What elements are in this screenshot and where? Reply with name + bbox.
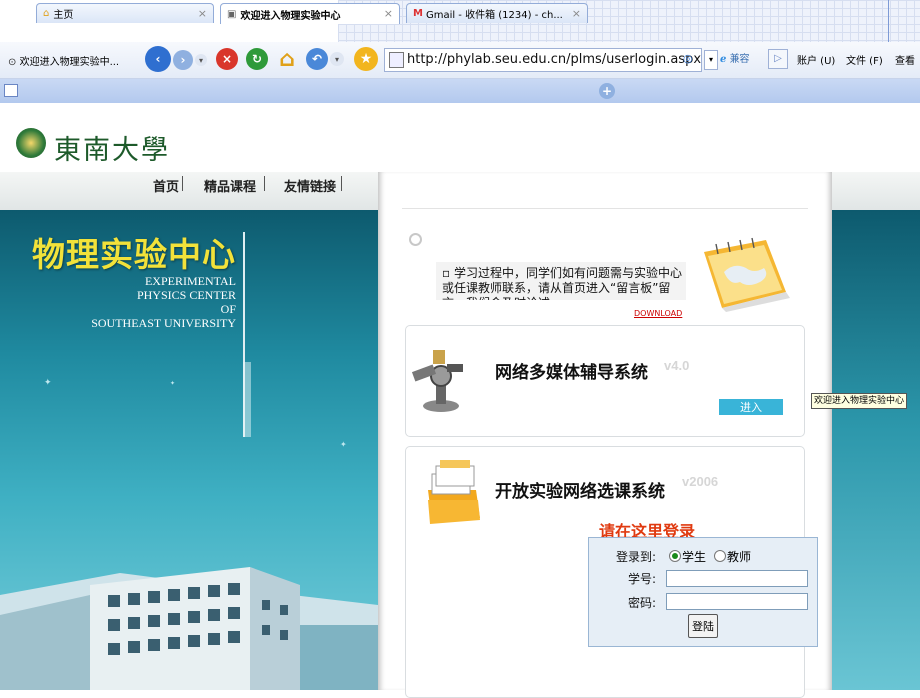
decorative-line	[888, 0, 889, 42]
notice-bullet-icon	[409, 233, 422, 246]
decorative-line	[243, 362, 251, 437]
tab-home-label: 主页	[53, 10, 74, 21]
address-bar[interactable]: http://phylab.seu.edu.cn/plms/userlogin.…	[384, 48, 702, 72]
right-band	[832, 172, 920, 210]
instrument-icon	[411, 350, 463, 412]
calendar-map-icon	[704, 237, 790, 312]
password-label: 密码:	[627, 596, 656, 610]
sparkle-icon: ✦	[340, 440, 347, 449]
right-banner	[832, 210, 920, 690]
center-title-en-line: EXPERIMENTAL	[144, 274, 236, 288]
ie-icon: ℯ	[720, 54, 727, 65]
compat-button[interactable]: ℯ 兼容	[720, 50, 750, 65]
home-icon[interactable]: ⌂	[275, 47, 299, 72]
tab-bar	[0, 79, 920, 104]
refresh-icon[interactable]: ↻	[246, 48, 268, 70]
login-button[interactable]: 登陆	[688, 614, 718, 638]
nav-divider	[182, 176, 183, 191]
notice-text: 学习过程中，同学们如有问题需与实验中心或任课教师联系，请从首页进入“留言板”留言…	[442, 266, 682, 300]
page-tab-icon: ▣	[227, 8, 237, 20]
multimedia-system-title: 网络多媒体辅导系统	[495, 363, 648, 383]
course-system-title: 开放实验网络选课系统	[495, 482, 665, 502]
menu-account[interactable]: 账户 (U)	[797, 52, 835, 67]
favorites-icon[interactable]: ★	[354, 47, 378, 71]
undo-closed-tab-icon[interactable]: ↶	[306, 48, 328, 70]
go-icon[interactable]: ▷	[768, 49, 788, 69]
notice-bullet: ▫	[442, 266, 451, 280]
gmail-icon: M	[413, 8, 423, 19]
course-system-version: v2006	[682, 474, 719, 489]
sidebar-toggle-icon[interactable]	[4, 84, 18, 97]
new-tab-icon[interactable]: +	[599, 83, 615, 99]
password-input[interactable]	[666, 593, 808, 610]
close-icon[interactable]: ×	[384, 7, 393, 20]
nav-divider	[264, 176, 265, 191]
tab-gmail[interactable]: M Gmail - 收件箱 (1234) - ch... ×	[406, 3, 588, 23]
center-title: 物理实验中心	[32, 235, 236, 274]
home-tab-icon: ⌂	[43, 8, 50, 19]
address-text: http://phylab.seu.edu.cn/plms/userlogin.…	[407, 52, 702, 67]
tab-home[interactable]: ⌂ 主页 ×	[36, 3, 214, 23]
nav-home[interactable]: 首页	[153, 176, 179, 195]
back-icon[interactable]: ‹	[145, 46, 171, 72]
divider	[402, 208, 808, 209]
window-title-text: 欢迎进入物理实验中...	[19, 57, 120, 68]
student-id-label: 学号:	[627, 572, 656, 586]
header-area	[378, 103, 920, 173]
center-title-en-line: OF	[220, 302, 236, 316]
compat-view-icon[interactable]: ◎	[683, 52, 693, 65]
sparkle-icon: ✦	[170, 380, 176, 387]
close-icon[interactable]: ×	[572, 7, 581, 20]
sparkle-icon: ✦	[44, 378, 52, 388]
undo-dropdown-icon[interactable]: ▾	[330, 52, 344, 66]
radio-student-label: 学生	[682, 550, 707, 564]
forward-icon[interactable]: ›	[173, 50, 193, 70]
address-dropdown-icon[interactable]: ▾	[704, 50, 718, 70]
tab-phylab-label: 欢迎进入物理实验中心	[240, 10, 341, 22]
site-favicon-icon: ⊙	[8, 57, 17, 68]
tooltip: 欢迎进入物理实验中心	[811, 393, 908, 409]
compat-label: 兼容	[729, 54, 750, 65]
radio-teacher[interactable]	[714, 550, 726, 562]
history-dropdown-icon[interactable]: ▾	[195, 54, 207, 66]
building-illustration	[0, 567, 378, 690]
card-file-icon	[428, 460, 480, 524]
university-logo-text: 東南大學	[54, 135, 170, 166]
student-id-input[interactable]	[666, 570, 808, 587]
enter-button[interactable]: 进入	[719, 399, 783, 415]
tab-gmail-label: Gmail - 收件箱 (1234) - ch...	[425, 10, 563, 21]
multimedia-system-version: v4.0	[664, 358, 690, 373]
login-to-label: 登录到:	[615, 550, 656, 564]
center-title-en-line: PHYSICS CENTER	[136, 288, 236, 302]
close-icon[interactable]: ×	[198, 7, 207, 20]
menu-file[interactable]: 文件 (F)	[846, 52, 883, 67]
nav-courses[interactable]: 精品课程	[204, 176, 256, 195]
stop-icon[interactable]: ×	[216, 48, 238, 70]
nav-divider	[341, 176, 342, 191]
radio-student[interactable]	[669, 550, 681, 562]
center-title-en-line: SOUTHEAST UNIVERSITY	[91, 316, 236, 330]
university-seal-icon	[16, 128, 46, 158]
nav-links[interactable]: 友情链接	[284, 176, 336, 195]
notice-box: ▫ 学习过程中，同学们如有问题需与实验中心或任课教师联系，请从首页进入“留言板”…	[436, 262, 686, 300]
menu-view[interactable]: 查看	[895, 52, 915, 67]
download-link[interactable]: DOWNLOAD	[634, 309, 682, 318]
page-icon	[389, 52, 404, 68]
tab-phylab[interactable]: ▣ 欢迎进入物理实验中心 ×	[220, 3, 400, 24]
radio-teacher-label: 教师	[727, 550, 752, 564]
window-title: ⊙ 欢迎进入物理实验中...	[8, 53, 119, 68]
